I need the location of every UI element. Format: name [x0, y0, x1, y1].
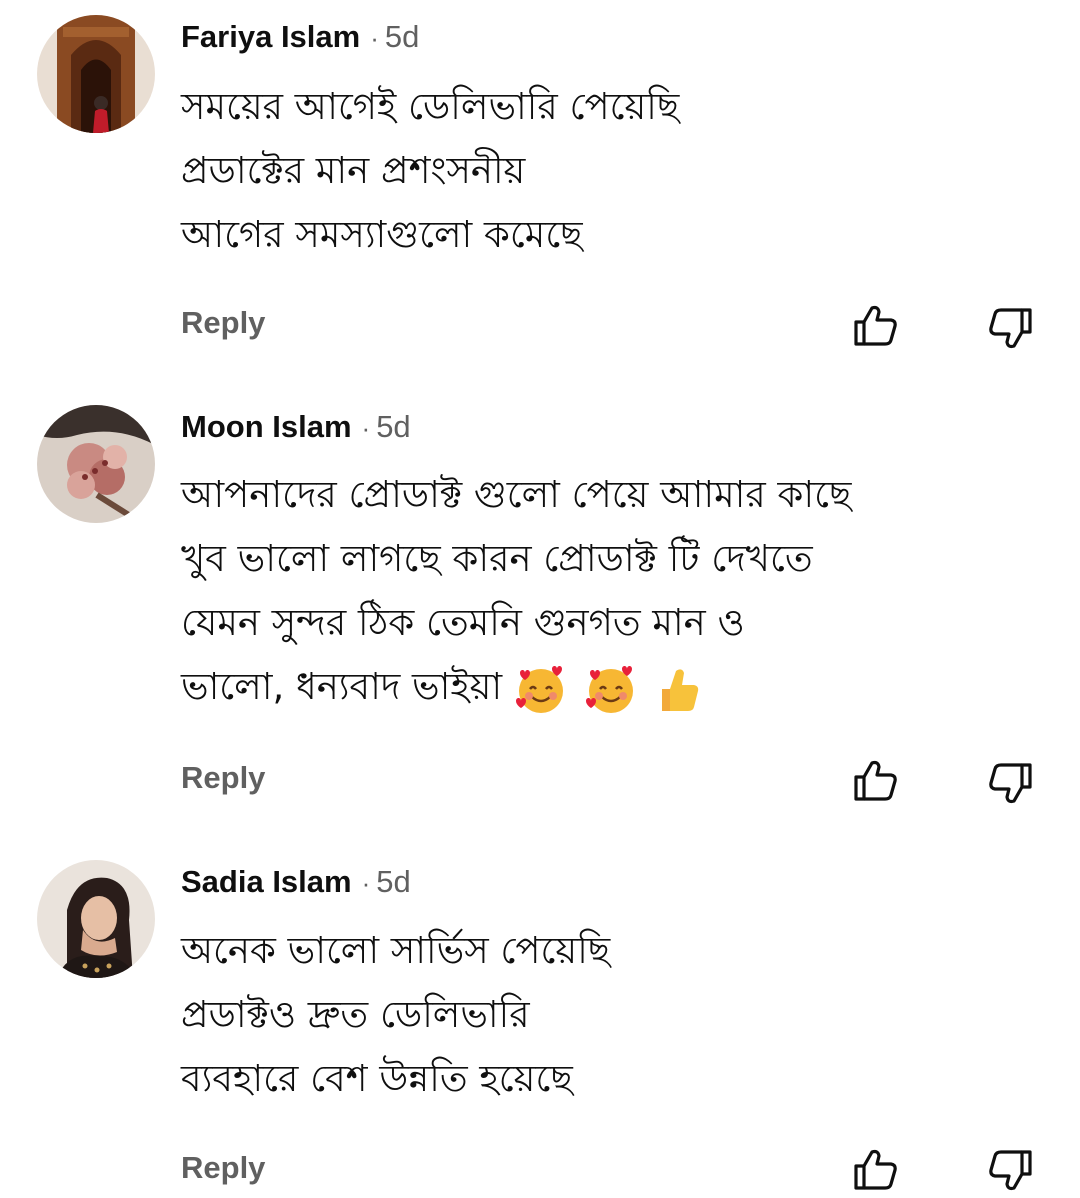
like-button[interactable] [850, 1144, 902, 1196]
comment-line: ভালো, ধন্যবাদ ভাইয়া [181, 655, 1061, 719]
dislike-button[interactable] [984, 757, 1036, 809]
thumbs-up-icon [854, 760, 897, 801]
separator-dot: · [361, 413, 371, 443]
avatar[interactable] [37, 15, 155, 133]
thumbs-down-icon [989, 763, 1032, 804]
comment-line: আগের সমস্যাগুলো কমেছে [181, 213, 583, 256]
thumbs-up-icon [854, 305, 897, 346]
reply-button[interactable]: Reply [181, 760, 265, 796]
like-button[interactable] [850, 300, 902, 352]
avatar-image [37, 860, 155, 978]
comment-header: Sadia Islam · 5d [181, 862, 411, 903]
comment-time[interactable]: 5d [376, 409, 410, 444]
thumbs-down-icon [989, 308, 1032, 349]
comment-header: Fariya Islam · 5d [181, 17, 419, 58]
avatar[interactable] [37, 405, 155, 523]
like-button[interactable] [850, 755, 902, 807]
comment-line: প্রডাক্টও দ্রুত ডেলিভারি [181, 993, 530, 1036]
dislike-button[interactable] [984, 302, 1036, 354]
comment-line: ব্যবহারে বেশ উন্নতি হয়েছে [181, 1057, 573, 1100]
reply-button[interactable]: Reply [181, 305, 265, 341]
comment-text: অনেক ভালো সার্ভিস পেয়েছি প্রডাক্টও দ্রু… [181, 919, 1061, 1111]
comment-line: প্রডাক্টের মান প্রশংসনীয় [181, 149, 526, 192]
thumbs-down-icon [989, 1150, 1032, 1191]
comment-time[interactable]: 5d [385, 19, 419, 54]
emoji-group [514, 657, 706, 721]
comment-line: সময়ের আগেই ডেলিভারি পেয়েছি [181, 85, 680, 128]
comment-line: আপনাদের প্রোডাক্ট গুলো পেয়ে আামার কাছে [181, 473, 852, 516]
comment-line-text: ভালো, ধন্যবাদ ভাইয়া [181, 665, 503, 708]
thumbs-up-emoji-icon [661, 669, 698, 711]
avatar-image [37, 405, 155, 523]
separator-dot: · [361, 868, 371, 898]
comment-line: যেমন সুন্দর ঠিক তেমনি গুনগত মান ও [181, 601, 745, 644]
dislike-button[interactable] [984, 1144, 1036, 1196]
comment-line: খুব ভালো লাগছে কারন প্রোডাক্ট টি দেখতে [181, 537, 813, 580]
comment-line: অনেক ভালো সার্ভিস পেয়েছি [181, 929, 611, 972]
comment-text: সময়ের আগেই ডেলিভারি পেয়েছি প্রডাক্টের … [181, 75, 1061, 267]
thumbs-up-icon [854, 1149, 897, 1190]
smiling-face-with-hearts-icon [585, 666, 633, 713]
reply-button[interactable]: Reply [181, 1150, 265, 1186]
smiling-face-with-hearts-icon [516, 666, 564, 713]
separator-dot: · [370, 23, 379, 53]
comment-header: Moon Islam · 5d [181, 407, 411, 448]
comment-text: আপনাদের প্রোডাক্ট গুলো পেয়ে আামার কাছে … [181, 463, 1061, 719]
avatar[interactable] [37, 860, 155, 978]
author-name[interactable]: Sadia Islam [181, 864, 352, 899]
author-name[interactable]: Moon Islam [181, 409, 352, 444]
author-name[interactable]: Fariya Islam [181, 19, 360, 54]
comment-time[interactable]: 5d [376, 864, 410, 899]
avatar-image [37, 15, 155, 133]
